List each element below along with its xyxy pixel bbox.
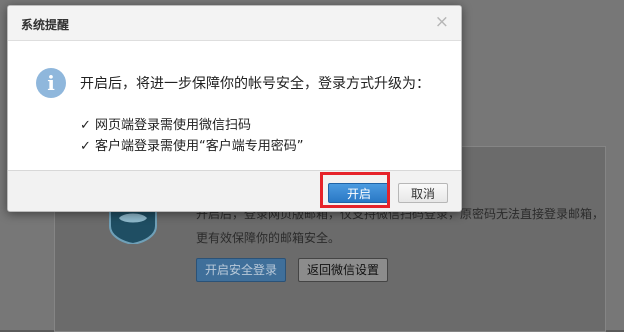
close-icon[interactable]: × [435, 12, 449, 32]
enable-secure-login-button[interactable]: 开启安全登录 [196, 258, 287, 282]
info-icon: i [36, 68, 66, 98]
system-reminder-dialog: 系统提醒 × i 开启后，将进一步保障你的帐号安全，登录方式升级为： ✓ 网页端… [7, 5, 462, 212]
dialog-message: 开启后，将进一步保障你的帐号安全，登录方式升级为： [80, 76, 430, 92]
cancel-button[interactable]: 取消 [398, 183, 448, 203]
dialog-header: 系统提醒 × [8, 6, 461, 41]
background-description-line-2: 更有效保障你的邮箱安全。 [196, 231, 341, 245]
highlight-box [320, 172, 390, 208]
bullet-web-login: ✓ 网页端登录需使用微信扫码 [80, 118, 252, 133]
dialog-title: 系统提醒 [21, 18, 70, 32]
back-to-wechat-settings-button[interactable]: 返回微信设置 [298, 258, 389, 282]
dialog-footer: 开启 取消 [8, 170, 461, 211]
bullet-client-login: ✓ 客户端登录需使用“客户端专用密码” [80, 139, 304, 154]
